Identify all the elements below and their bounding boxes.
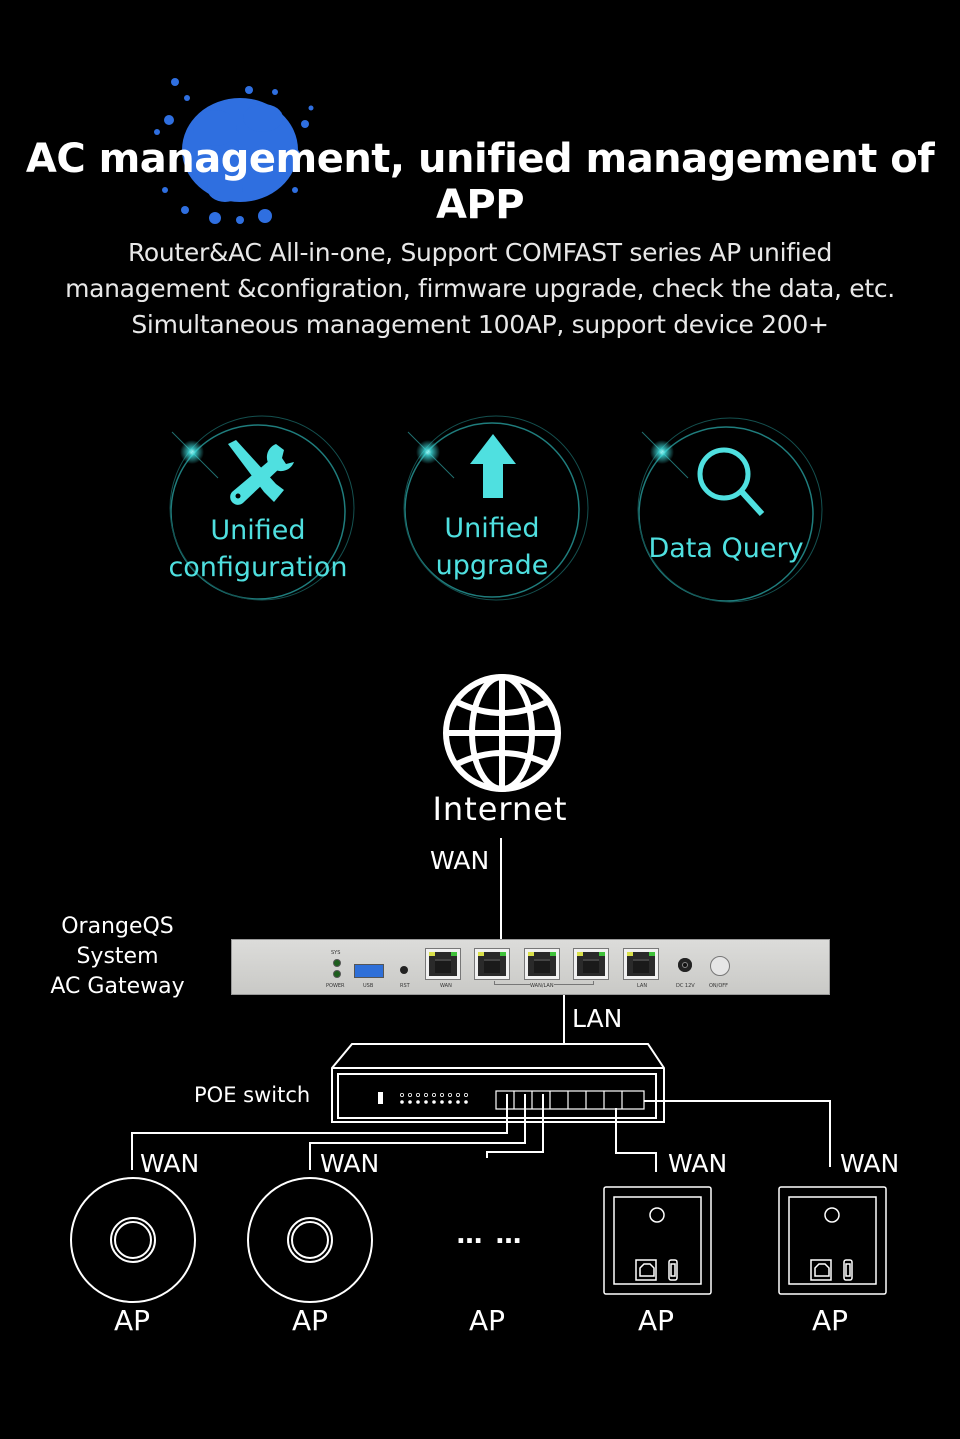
wan-lan-port-1 <box>474 948 510 980</box>
lan-port-label: LAN <box>637 983 648 989</box>
sys-label: SYS <box>331 950 341 956</box>
gateway-label-line-2: System <box>76 944 159 969</box>
onoff-label: ON/OFF <box>709 983 729 989</box>
ap1-link-label: WAN <box>140 1149 200 1178</box>
usb-port-icon <box>354 964 384 978</box>
dc-power-jack-icon <box>678 958 692 972</box>
poe-switch-label: POE switch <box>194 1083 311 1107</box>
poe-switch-device <box>331 1043 665 1123</box>
wan-lan-port-3 <box>573 948 609 980</box>
rst-label: RST <box>400 983 410 989</box>
dc-label: DC 12V <box>676 983 695 989</box>
wall-panel-ap-icon <box>603 1186 712 1295</box>
switch-port-row <box>495 1090 645 1110</box>
switch-led-row <box>378 1092 468 1104</box>
wan-port <box>425 948 461 980</box>
wan-port-label: WAN <box>440 983 452 989</box>
power-led-icon <box>333 970 341 978</box>
wan-lan-port-2 <box>524 948 560 980</box>
power-label: POWER <box>326 983 345 989</box>
lan-link-label: LAN <box>572 1004 623 1033</box>
gateway-label-line-1: OrangeQS <box>61 914 174 939</box>
power-switch-button[interactable] <box>710 956 730 976</box>
ap2-link-label: WAN <box>320 1149 380 1178</box>
ap4-label: AP <box>637 1304 675 1337</box>
lan-port <box>623 948 659 980</box>
more-aps-ellipsis: … … <box>456 1220 524 1250</box>
ap4-link-label: WAN <box>668 1149 728 1178</box>
usb-label: USB <box>363 983 374 989</box>
ap3-label: AP <box>468 1304 506 1337</box>
ap2-label: AP <box>291 1304 329 1337</box>
wan-lan-label: WAN/LAN <box>530 983 554 989</box>
wall-panel-ap-icon <box>778 1186 887 1295</box>
ap1-label: AP <box>113 1304 151 1337</box>
gateway-label: OrangeQS System AC Gateway <box>40 912 195 1002</box>
page-title: AC management, unified management of APP <box>25 136 935 228</box>
gateway-label-line-3: AC Gateway <box>50 974 185 999</box>
ceiling-ap-icon <box>70 1177 196 1303</box>
sys-led-icon <box>333 959 341 967</box>
ap5-link-label: WAN <box>840 1149 900 1178</box>
reset-button[interactable] <box>400 966 408 974</box>
ceiling-ap-icon <box>247 1177 373 1303</box>
ac-gateway-device: SYS POWER USB RST WAN WAN/LAN LAN DC 12V… <box>231 939 830 995</box>
ap5-label: AP <box>811 1304 849 1337</box>
